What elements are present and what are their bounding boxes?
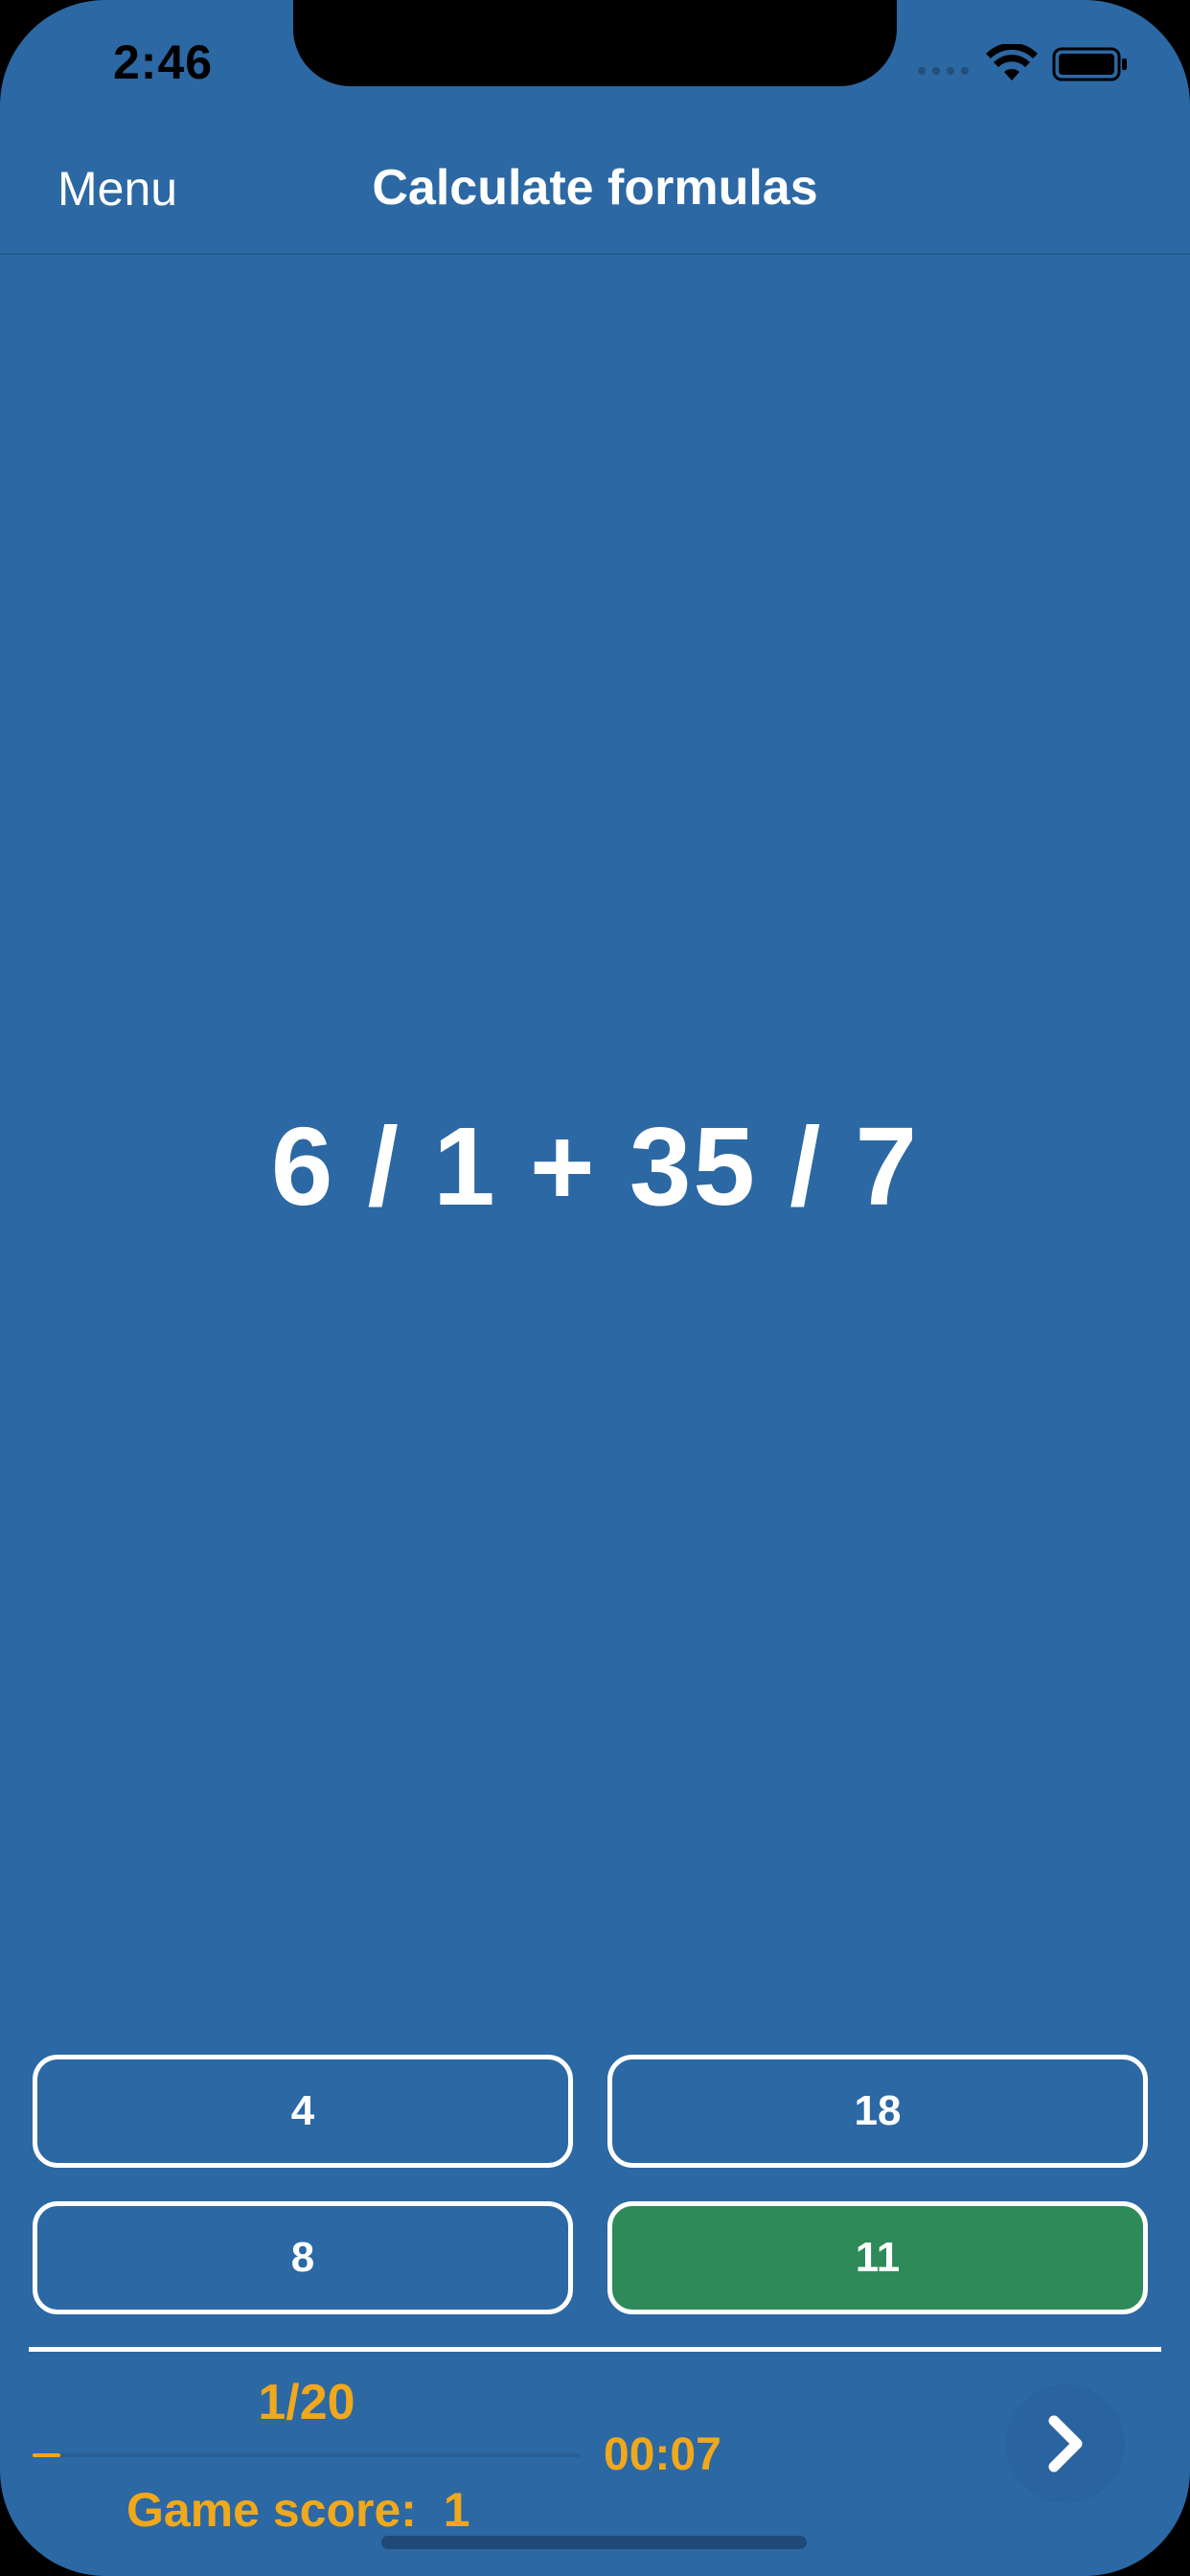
page-title: Calculate formulas — [372, 160, 818, 216]
device-notch — [293, 0, 897, 86]
answer-button[interactable]: 18 — [607, 2055, 1148, 2168]
timer-text: 00:07 — [604, 2429, 721, 2480]
cellular-signal-icon — [918, 67, 969, 75]
game-score-value: 1 — [443, 2483, 470, 2537]
wifi-icon — [986, 44, 1038, 80]
battery-icon — [1052, 47, 1127, 81]
answer-button[interactable]: 11 — [607, 2201, 1148, 2314]
game-score: Game score: 1 — [126, 2482, 470, 2538]
home-indicator — [381, 2536, 807, 2549]
answer-button[interactable]: 8 — [33, 2201, 573, 2314]
question-progress-text: 1/20 — [258, 2375, 355, 2430]
app-screen: 2:46 Menu Calculate formulas 6 / 1 + 35 … — [0, 0, 1190, 2576]
nav-divider — [0, 253, 1190, 255]
game-score-label: Game score: — [126, 2483, 417, 2537]
answer-button[interactable]: 4 — [33, 2055, 573, 2168]
formula-text: 6 / 1 + 35 / 7 — [270, 1104, 920, 1229]
chevron-right-icon — [1048, 2415, 1083, 2472]
question-progress-fill — [33, 2453, 60, 2457]
status-time: 2:46 — [113, 35, 214, 89]
answers-divider — [29, 2347, 1161, 2352]
next-question-button[interactable] — [1006, 2384, 1125, 2503]
question-progress-bar — [33, 2453, 581, 2457]
